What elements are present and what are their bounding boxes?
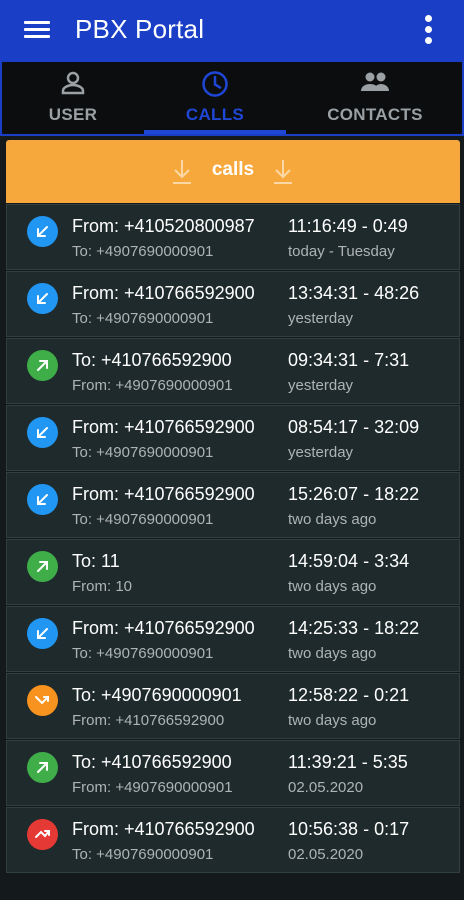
call-date: yesterday [288,444,354,461]
outgoing-call-icon [27,752,58,783]
call-row[interactable]: From: +410520800987 To: +4907690000901 11:… [6,204,460,270]
call-time-duration: 14:25:33 - 18:22 [288,618,420,638]
call-row[interactable]: From: +410766592900 To: +4907690000901 14:… [6,606,460,672]
call-party-secondary: From: +410766592900 [72,712,225,729]
app-title: PBX Portal [75,14,205,44]
tab-user[interactable]: USER [2,62,144,134]
call-date: 02.05.2020 [288,846,364,863]
call-row[interactable]: From: +410766592900 To: +4907690000901 08:… [6,405,460,471]
outgoing-call-icon [27,350,58,381]
call-party-primary: To: +410766592900 [72,350,232,370]
call-date: two days ago [288,645,377,662]
call-party-secondary: To: +4907690000901 [72,444,214,461]
call-time-duration: 15:26:07 - 18:22 [288,484,420,504]
call-party-secondary: To: +4907690000901 [72,310,214,327]
call-party-secondary: To: +4907690000901 [72,846,214,863]
tab-calls-label: CALLS [185,105,245,124]
call-party-primary: To: 11 [72,551,120,571]
call-row[interactable]: From: +410766592900 To: +4907690000901 13:… [6,271,460,337]
incoming-call-icon [27,484,58,515]
call-party-primary: To: +4907690000901 [72,685,242,705]
call-row[interactable]: To: 11 From: 10 14:59:04 - 3:34 two days ag… [6,539,460,605]
call-date: yesterday [288,377,354,394]
more-vert-icon[interactable] [420,14,436,46]
person-icon [61,71,85,95]
call-party-secondary: From: +4907690000901 [72,779,233,796]
call-party-secondary: To: +4907690000901 [72,645,214,662]
tab-contacts[interactable]: CONTACTS [286,62,464,134]
call-row[interactable]: To: +4907690000901 From: +410766592900 12:… [6,673,460,739]
call-party-secondary: To: +4907690000901 [72,511,214,528]
outgoing-call-icon [27,551,58,582]
download-arrow-icon [274,160,292,184]
calls-section-header[interactable]: calls [6,140,460,203]
call-party-primary: From: +410766592900 [72,484,255,504]
missed-call-icon [27,819,58,850]
calls-section-title: calls [211,159,255,180]
call-time-duration: 09:34:31 - 7:31 [288,350,410,370]
call-party-primary: From: +410766592900 [72,283,255,303]
tab-bar: USER CALLS CONTACTS [0,62,464,136]
incoming-call-icon [27,283,58,314]
call-date: 02.05.2020 [288,779,364,796]
call-party-secondary: From: +4907690000901 [72,377,233,394]
call-party-secondary: From: 10 [72,578,133,595]
call-time-duration: 08:54:17 - 32:09 [288,417,420,437]
call-time-duration: 11:39:21 - 5:35 [288,752,408,772]
call-party-primary: From: +410520800987 [72,216,255,236]
app-bar: PBX Portal [0,0,464,62]
call-date: today - Tuesday [288,243,395,260]
call-party-primary: To: +410766592900 [72,752,232,772]
call-party-secondary: To: +4907690000901 [72,243,214,260]
call-row[interactable]: From: +410766592900 To: +4907690000901 15:… [6,472,460,538]
call-date: two days ago [288,511,377,528]
call-time-duration: 11:16:49 - 0:49 [288,216,408,236]
incoming-call-icon [27,417,58,448]
call-time-duration: 12:58:22 - 0:21 [288,685,410,705]
call-time-duration: 13:34:31 - 48:26 [288,283,420,303]
tab-contacts-label: CONTACTS [327,105,423,124]
active-tab-indicator [144,130,286,134]
call-time-duration: 14:59:04 - 3:34 [288,551,410,571]
people-icon [361,72,389,91]
call-time-duration: 10:56:38 - 0:17 [288,819,410,839]
call-party-primary: From: +410766592900 [72,417,255,437]
call-party-primary: From: +410766592900 [72,819,255,839]
forwarded-call-icon [27,685,58,716]
incoming-call-icon [27,618,58,649]
call-date: two days ago [288,578,377,595]
tab-calls[interactable]: CALLS [144,62,286,134]
call-row[interactable]: To: +410766592900 From: +4907690000901 09:… [6,338,460,404]
call-row[interactable]: From: +410766592900 To: +4907690000901 10:… [6,807,460,873]
clock-icon [202,71,228,97]
call-row[interactable]: To: +410766592900 From: +4907690000901 11:… [6,740,460,806]
incoming-call-icon [27,216,58,247]
call-party-primary: From: +410766592900 [72,618,255,638]
hamburger-menu-icon[interactable] [24,19,50,41]
tab-user-label: USER [48,105,98,124]
call-date: two days ago [288,712,377,729]
call-date: yesterday [288,310,354,327]
